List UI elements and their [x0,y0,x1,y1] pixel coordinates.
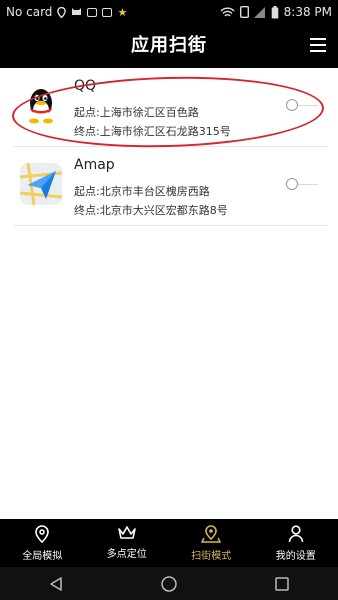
item-name: Amap [74,157,115,173]
tab-label: 全局模拟 [22,551,63,562]
item-end-address: 终点:上海市徐汇区石龙路315号 [74,125,231,138]
app-bar: 应用扫街 [0,24,338,68]
location-status-icon [57,6,67,18]
status-right: 8:38 PM [220,5,332,19]
carrier-text: No card [6,5,53,19]
page-title: 应用扫街 [131,35,207,56]
select-radio[interactable] [286,99,298,111]
list-item-qq[interactable]: QQ 起点:上海市徐汇区百色路 终点:上海市徐汇区石龙路315号 [14,68,328,147]
signal-icon [253,6,265,18]
item-name: QQ [74,78,97,94]
amap-arrow-icon [20,163,62,205]
item-end-address: 终点:北京市大兴区宏都东路8号 [74,204,228,217]
tab-street-scan[interactable]: 扫街模式 [169,519,254,567]
back-icon[interactable] [48,576,64,592]
crown-icon [117,526,136,539]
route-list: QQ 起点:上海市徐汇区百色路 终点:上海市徐汇区石龙路315号 Amap 起点… [0,68,338,226]
sim-card-icon [239,6,249,18]
status-left: No card ★ [6,5,127,19]
image-notification-icon [87,7,98,17]
battery-icon [271,5,278,18]
tab-label: 我的设置 [275,551,316,562]
system-nav-bar [0,567,338,600]
tab-global-simulate[interactable]: 全局模拟 [0,519,85,567]
location-pin-icon [35,525,50,543]
select-radio[interactable] [286,178,298,190]
tab-my-settings[interactable]: 我的设置 [254,519,338,567]
list-item-amap[interactable]: Amap 起点:北京市丰台区槐房西路 终点:北京市大兴区宏都东路8号 [14,147,328,226]
tab-multi-point[interactable]: 多点定位 [85,519,170,567]
photo-notification-icon [102,7,113,17]
menu-icon[interactable] [310,38,326,52]
radio-track [298,105,318,106]
item-start-address: 起点:北京市丰台区槐房西路 [74,185,210,198]
clock-text: 8:38 PM [283,5,332,19]
tab-label: 多点定位 [106,549,147,560]
radio-track [298,184,318,185]
item-start-address: 起点:上海市徐汇区百色路 [74,106,199,119]
wifi-icon [220,7,235,16]
qq-penguin-icon [20,84,62,126]
recents-icon[interactable] [274,576,290,592]
person-icon [288,525,304,543]
tab-label: 扫街模式 [191,551,232,562]
star-notification-icon: ★ [117,5,128,19]
cat-notification-icon [72,8,82,15]
home-icon[interactable] [160,575,178,593]
status-bar: No card ★ 8:38 PM [0,0,338,24]
map-marker-icon [201,525,222,543]
bottom-tab-bar: 全局模拟 多点定位 扫街模式 我的设置 [0,519,338,567]
